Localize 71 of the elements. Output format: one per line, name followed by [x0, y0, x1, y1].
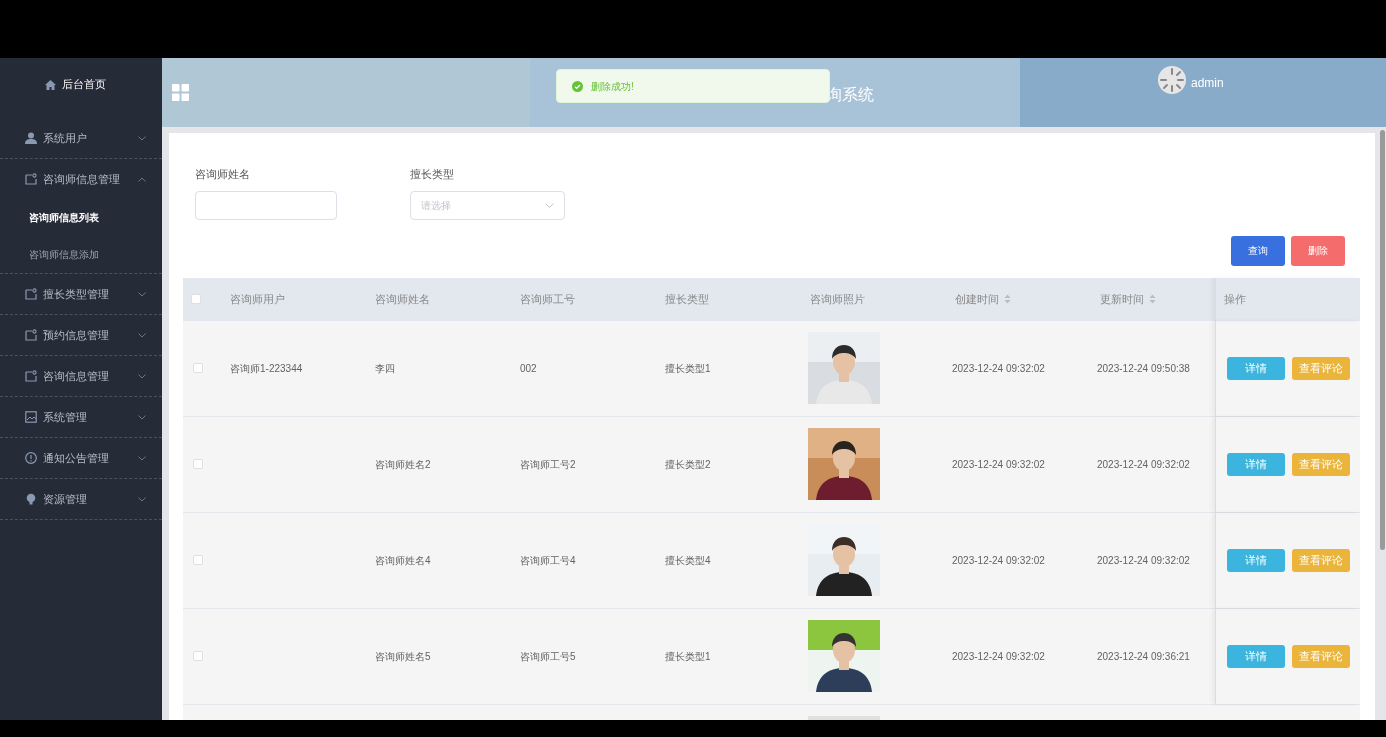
sort-icon[interactable]	[1149, 294, 1156, 304]
table-cell-text: 擅长类型2	[665, 457, 711, 472]
column-header: 更新时间	[1100, 291, 1144, 307]
table-cell-text: 2023-12-24 09:32:02	[952, 457, 1045, 472]
input-field[interactable]	[195, 190, 337, 220]
row-checkbox[interactable]	[193, 363, 203, 373]
table-cell-text: 咨询师工号5	[520, 649, 576, 664]
table-cell-text: 咨询师姓名5	[375, 649, 431, 664]
table-cell-text: 擅长类型4	[665, 553, 711, 568]
toast-message: 删除成功!	[591, 79, 634, 94]
menu-item[interactable]: 通知公告管理	[0, 438, 162, 478]
table-cell-text: 2023-12-24 09:32:02	[1097, 553, 1190, 568]
document-icon	[25, 288, 37, 300]
column-header: 创建时间	[955, 291, 999, 307]
table-cell-text: 擅长类型1	[665, 649, 711, 664]
sort-icon[interactable]	[1004, 294, 1011, 304]
table-cell-text: 咨询师姓名2	[375, 457, 431, 472]
submenu-item[interactable]: 咨询师信息添加	[0, 236, 162, 273]
table-cell-text: 2023-12-24 09:36:21	[1097, 649, 1190, 664]
submenu-item[interactable]: 咨询师信息列表	[0, 199, 162, 236]
column-header: 咨询师照片	[810, 291, 865, 307]
row-checkbox[interactable]	[193, 459, 203, 469]
person-icon	[25, 132, 37, 144]
delete-button[interactable]: 删除	[1291, 235, 1345, 266]
menu-item[interactable]: 预约信息管理	[0, 315, 162, 355]
table-cell-text: 2023-12-24 09:32:02	[1097, 457, 1190, 472]
select-all-checkbox[interactable]	[191, 294, 201, 304]
table-cell-text: 2023-12-24 09:32:02	[952, 361, 1045, 376]
column-header: 咨询师用户	[230, 291, 285, 307]
home-link[interactable]: 后台首页	[0, 58, 162, 111]
document-icon	[25, 329, 37, 341]
table-cell-text: 擅长类型1	[665, 361, 711, 376]
column-header: 擅长类型	[665, 291, 709, 307]
table-cell-text: 2023-12-24 09:32:02	[952, 553, 1045, 568]
table-cell-text: 002	[520, 361, 537, 376]
field-label: 擅长类型	[410, 167, 455, 182]
column-header: 咨询师姓名	[375, 291, 430, 307]
menu-item[interactable]: 资源管理	[0, 479, 162, 519]
document-icon	[25, 370, 37, 382]
check-circle-icon	[572, 80, 583, 92]
table-cell-text: 咨询师工号4	[520, 553, 576, 568]
table-cell-text: 咨询师1-223344	[230, 361, 303, 376]
detail-button[interactable]: 详情	[1227, 356, 1285, 380]
column-header: 咨询师工号	[520, 291, 575, 307]
image-icon	[25, 411, 37, 423]
table-cell-text: 2023-12-24 09:50:38	[1097, 361, 1190, 376]
menu-item[interactable]: 擅长类型管理	[0, 274, 162, 314]
home-icon	[44, 79, 56, 90]
chevron-down-icon	[545, 202, 554, 208]
row-checkbox[interactable]	[193, 555, 203, 565]
grid-menu-icon[interactable]	[172, 84, 189, 101]
table-cell-text: 咨询师工号2	[520, 457, 576, 472]
table-cell-text: 李四	[375, 361, 395, 376]
column-header: 操作	[1224, 291, 1246, 307]
query-button[interactable]: 查询	[1231, 235, 1285, 266]
table-cell-text: 2023-12-24 09:32:02	[952, 649, 1045, 664]
menu-item[interactable]: 系统用户	[0, 118, 162, 158]
bulb-icon	[25, 493, 37, 505]
menu-item[interactable]: 咨询师信息管理	[0, 159, 162, 199]
info-icon	[25, 452, 37, 464]
detail-button[interactable]: 详情	[1227, 452, 1285, 476]
detail-button[interactable]: 详情	[1227, 644, 1285, 668]
detail-button[interactable]: 详情	[1227, 548, 1285, 572]
avatar-icon	[1158, 66, 1186, 94]
document-icon	[25, 173, 37, 185]
row-checkbox[interactable]	[193, 651, 203, 661]
menu-item[interactable]: 系统管理	[0, 397, 162, 437]
table-cell-text: 咨询师姓名4	[375, 553, 431, 568]
menu-item[interactable]: 咨询信息管理	[0, 356, 162, 396]
field-label: 咨询师姓名	[195, 167, 251, 182]
user-name[interactable]: admin	[1191, 74, 1224, 92]
